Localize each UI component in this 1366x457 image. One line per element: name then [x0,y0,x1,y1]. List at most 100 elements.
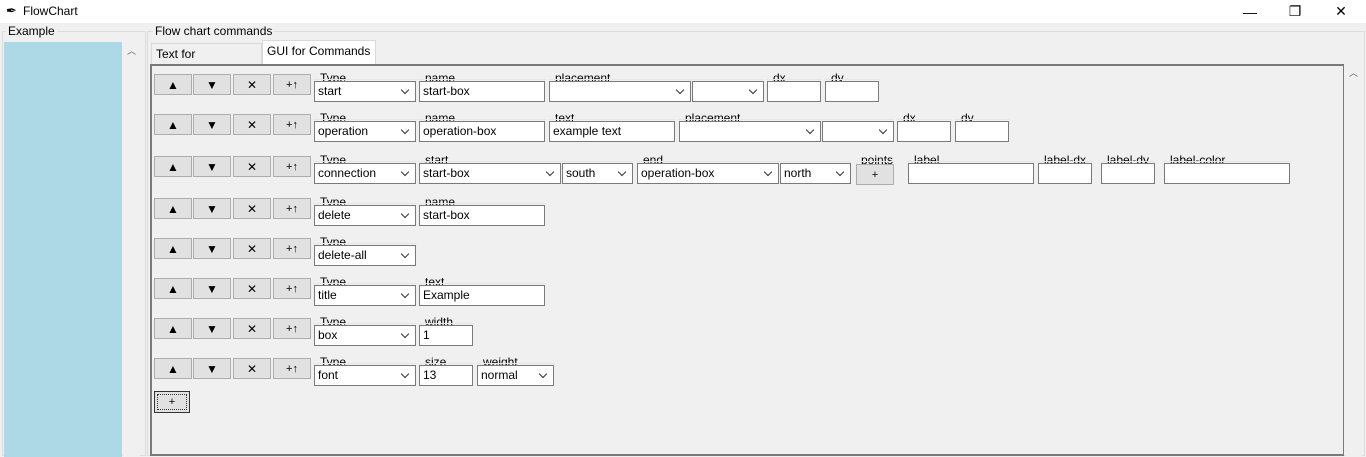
insert-icon: +↑ [286,362,298,375]
placement-select[interactable] [549,81,691,102]
type-select[interactable]: font [314,365,416,386]
insert-above-button[interactable]: +↑ [273,156,311,177]
move-up-button[interactable]: ▲ [154,156,192,177]
dx-input[interactable] [767,81,821,102]
tab-gui-for-commands[interactable]: GUI for Commands [262,40,376,65]
size-input[interactable]: 13 [419,365,473,386]
label-color-input[interactable] [1164,163,1290,184]
label-underline [548,79,764,80]
width-input[interactable]: 1 [419,325,473,346]
placement2-select[interactable] [692,81,764,102]
type-select[interactable]: title [314,285,416,306]
start-select[interactable]: start-box [419,163,561,184]
move-down-button[interactable]: ▼ [193,74,231,95]
label-underline [824,79,880,80]
move-down-button[interactable]: ▼ [193,278,231,299]
x-icon: ✕ [246,321,258,336]
delete-row-button[interactable]: ✕ [233,238,271,259]
maximize-button[interactable]: ❐ [1272,0,1318,23]
label-underline [418,283,546,284]
type-select[interactable]: operation [314,121,416,142]
label-dy-input[interactable] [1101,163,1155,184]
chevron-down-icon [400,167,412,181]
label-underline [896,119,952,120]
move-down-button[interactable]: ▼ [193,198,231,219]
end-dir-select[interactable]: north [780,163,851,184]
arrow-down-icon: ▼ [206,159,218,174]
move-up-button[interactable]: ▲ [154,278,192,299]
move-up-button[interactable]: ▲ [154,114,192,135]
chevron-down-icon [400,249,412,263]
arrow-up-icon: ▲ [167,117,179,132]
add-point-button[interactable]: + [856,164,894,185]
arrow-up-icon: ▲ [167,241,179,256]
value-text: south [566,166,596,180]
move-down-button[interactable]: ▼ [193,358,231,379]
value-text: box [318,328,338,342]
weight-select[interactable]: normal [477,365,554,386]
text-input[interactable]: example text [549,121,675,142]
type-select[interactable]: connection [314,163,416,184]
name-input[interactable]: start-box [419,81,545,102]
move-up-button[interactable]: ▲ [154,74,192,95]
value-text: Example [423,288,470,302]
insert-above-button[interactable]: +↑ [273,358,311,379]
delete-row-button[interactable]: ✕ [233,358,271,379]
insert-above-button[interactable]: +↑ [273,198,311,219]
dy-input[interactable] [955,121,1009,142]
scroll-up-icon[interactable]: ︿ [1349,66,1358,79]
insert-above-button[interactable]: +↑ [273,114,311,135]
value-text: start-box [423,208,470,222]
minimize-button[interactable]: — [1227,0,1273,23]
move-down-button[interactable]: ▼ [193,238,231,259]
delete-row-button[interactable]: ✕ [233,114,271,135]
label-underline [1037,161,1093,162]
type-select[interactable]: delete [314,205,416,226]
start-dir-select[interactable]: south [562,163,633,184]
label-dx-input[interactable] [1038,163,1092,184]
move-up-button[interactable]: ▲ [154,358,192,379]
type-select[interactable]: start [314,81,416,102]
placement-select[interactable] [679,121,821,142]
tab-text-for-commands[interactable]: Text for Commands [151,43,262,81]
name-input[interactable]: start-box [419,205,545,226]
insert-above-button[interactable]: +↑ [273,318,311,339]
end-select[interactable]: operation-box [637,163,779,184]
title-bar: ✒ FlowChart — ❐ ✕ [0,0,1366,23]
close-button[interactable]: ✕ [1318,0,1364,23]
label-input[interactable] [908,163,1034,184]
move-up-button[interactable]: ▲ [154,318,192,339]
label-underline [766,79,822,80]
preview-scrollbar[interactable]: ︿ [123,42,140,457]
label-underline [418,203,546,204]
type-select[interactable]: delete-all [314,245,416,266]
insert-above-button[interactable]: +↑ [273,238,311,259]
type-select[interactable]: box [314,325,416,346]
preview-canvas[interactable] [4,42,122,457]
move-down-button[interactable]: ▼ [193,114,231,135]
value-text: start [318,84,342,98]
delete-row-button[interactable]: ✕ [233,198,271,219]
chevron-down-icon [538,369,550,383]
name-input[interactable]: operation-box [419,121,545,142]
add-command-button[interactable]: + [154,391,190,413]
insert-above-button[interactable]: +↑ [273,74,311,95]
label-underline [313,323,417,324]
placement2-select[interactable] [822,121,894,142]
delete-row-button[interactable]: ✕ [233,156,271,177]
move-up-button[interactable]: ▲ [154,238,192,259]
dy-input[interactable] [825,81,879,102]
insert-above-button[interactable]: +↑ [273,278,311,299]
move-down-button[interactable]: ▼ [193,156,231,177]
scroll-up-icon[interactable]: ︿ [127,44,136,57]
dx-input[interactable] [897,121,951,142]
delete-row-button[interactable]: ✕ [233,318,271,339]
commands-scrollbar[interactable]: ︿ [1345,64,1362,456]
delete-row-button[interactable]: ✕ [233,74,271,95]
x-icon: ✕ [246,281,258,296]
move-up-button[interactable]: ▲ [154,198,192,219]
text-input[interactable]: Example [419,285,545,306]
move-down-button[interactable]: ▼ [193,318,231,339]
value-text: connection [318,166,377,180]
delete-row-button[interactable]: ✕ [233,278,271,299]
